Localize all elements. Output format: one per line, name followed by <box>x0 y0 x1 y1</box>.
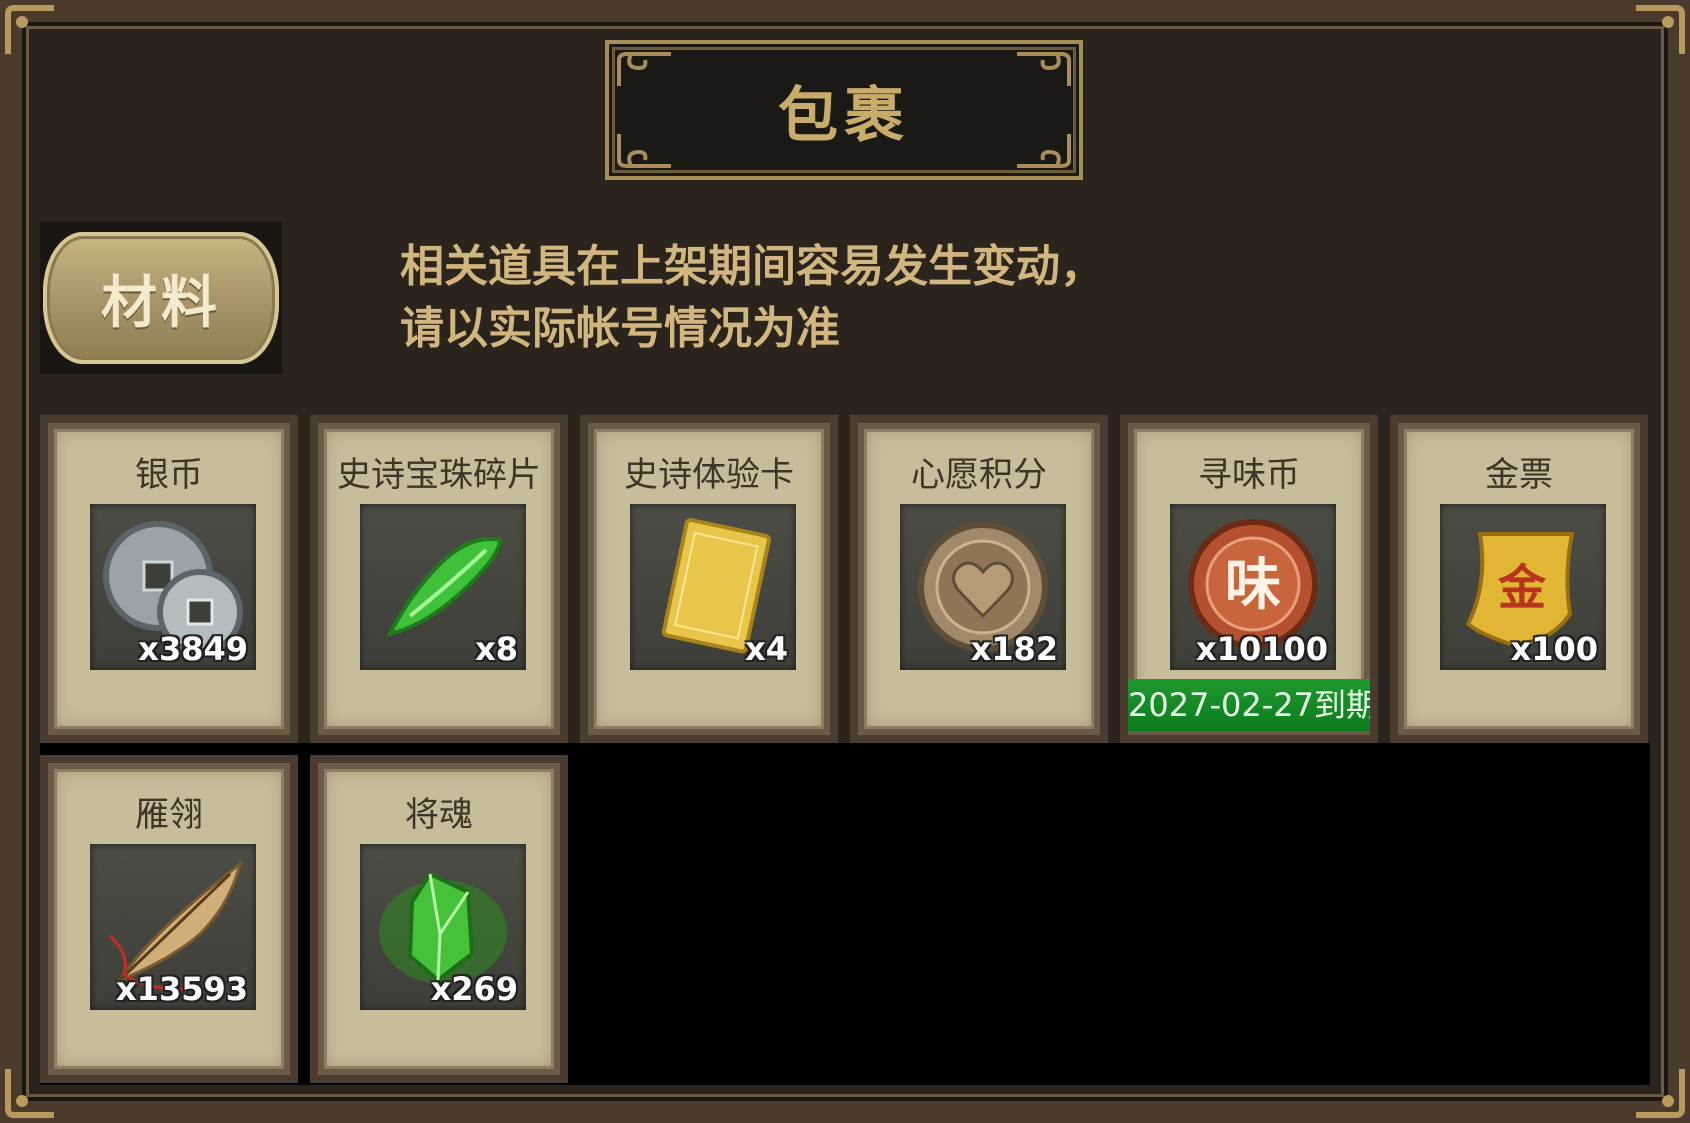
item-quantity: x8 <box>475 630 518 668</box>
item-card: 金票 金 x100 <box>1398 423 1640 735</box>
item-name: 金票 <box>1485 455 1553 495</box>
item-quantity: x10100 <box>1196 630 1328 668</box>
item-slot-general-soul[interactable]: 将魂 x269 <box>310 755 568 1083</box>
item-name: 寻味币 <box>1198 455 1300 495</box>
item-slot-goose-feather[interactable]: 雁翎 x13593 <box>40 755 298 1083</box>
item-icon-frame: x13593 <box>90 844 256 1010</box>
scroll-ornament-icon <box>617 134 671 168</box>
item-quantity: x269 <box>430 970 518 1008</box>
scroll-ornament-icon <box>1017 134 1071 168</box>
item-card: 银币 x3849 <box>48 423 290 735</box>
item-icon-frame: x3849 <box>90 504 256 670</box>
item-card: 寻味币 味 x10100 2027-02-27到期 <box>1128 423 1370 735</box>
tab-materials[interactable]: 材料 <box>40 222 282 374</box>
item-name: 银币 <box>135 455 203 495</box>
item-quantity: x4 <box>745 630 788 668</box>
item-name: 史诗体验卡 <box>624 455 794 495</box>
item-name: 将魂 <box>405 795 473 835</box>
item-slot-gold-ticket[interactable]: 金票 金 x100 <box>1390 415 1648 743</box>
item-card: 心愿积分 x182 <box>858 423 1100 735</box>
item-quantity: x182 <box>970 630 1058 668</box>
svg-text:味: 味 <box>1225 553 1281 618</box>
notice-line-1: 相关道具在上架期间容易发生变动， <box>400 241 1104 292</box>
item-name: 雁翎 <box>135 795 203 835</box>
expiry-banner: 2027-02-27到期 <box>1128 679 1370 731</box>
item-card: 将魂 x269 <box>318 763 560 1075</box>
item-icon-frame: 金 x100 <box>1440 504 1606 670</box>
tab-materials-plate: 材料 <box>43 232 279 364</box>
item-quantity: x13593 <box>116 970 248 1008</box>
frame-corner-ornament <box>1632 4 1686 58</box>
item-card: 史诗宝珠碎片 x8 <box>318 423 560 735</box>
tab-materials-label: 材料 <box>101 270 221 336</box>
item-card: 史诗体验卡 x4 <box>588 423 830 735</box>
item-card: 雁翎 x13593 <box>48 763 290 1075</box>
item-slot-epic-trial-card[interactable]: 史诗体验卡 x4 <box>580 415 838 743</box>
item-slot-epic-orb-shard[interactable]: 史诗宝珠碎片 x8 <box>310 415 568 743</box>
item-quantity: x3849 <box>138 630 248 668</box>
svg-text:金: 金 <box>1497 560 1547 616</box>
notice-line-2: 请以实际帐号情况为准 <box>400 303 840 354</box>
item-name: 史诗宝珠碎片 <box>337 455 541 495</box>
item-name: 心愿积分 <box>911 455 1047 495</box>
window-title: 包裹 <box>778 80 910 151</box>
item-icon-frame: x4 <box>630 504 796 670</box>
item-icon-frame: x269 <box>360 844 526 1010</box>
scroll-ornament-icon <box>1017 52 1071 86</box>
item-slot-flavor-coin[interactable]: 寻味币 味 x10100 2027-02-27到期 <box>1120 415 1378 743</box>
item-icon-frame: 味 x10100 <box>1170 504 1336 670</box>
item-quantity: x100 <box>1510 630 1598 668</box>
frame-corner-ornament <box>4 4 58 58</box>
scroll-ornament-icon <box>617 52 671 86</box>
item-icon-frame: x182 <box>900 504 1066 670</box>
item-slot-wish-points[interactable]: 心愿积分 x182 <box>850 415 1108 743</box>
title-plate: 包裹 <box>605 40 1083 180</box>
item-icon-frame: x8 <box>360 504 526 670</box>
item-slot-silver-coin[interactable]: 银币 x3849 <box>40 415 298 743</box>
notice-text: 相关道具在上架期间容易发生变动， 请以实际帐号情况为准 <box>400 236 1220 360</box>
